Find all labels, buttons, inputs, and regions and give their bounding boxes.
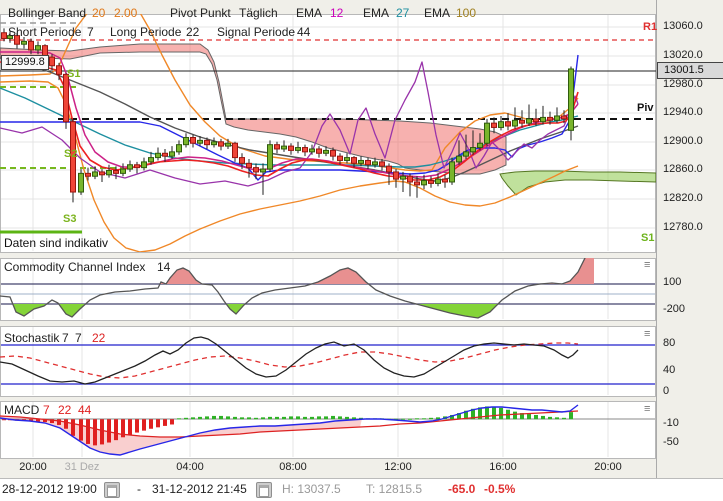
stochastic-tick: 40	[663, 364, 675, 377]
pivot-label-piv: Piv	[637, 102, 654, 115]
pivot-label-r1: R1	[643, 21, 657, 34]
price-tick: 12860.0	[663, 163, 703, 176]
macd-title[interactable]: 7	[43, 404, 50, 418]
pivot-timeframe[interactable]: Täglich	[239, 7, 278, 21]
macd-tick: -50	[663, 436, 679, 449]
stochastic-tick: 0	[663, 385, 669, 398]
date-from-field[interactable]: 28-12-2012 19:00	[2, 483, 97, 497]
indicative-data-note: Daten sind indikativ	[4, 236, 108, 250]
price-tick: 13060.0	[663, 20, 703, 33]
ema27-period[interactable]: 27	[396, 7, 409, 21]
panel-menu-grip-icon[interactable]: ≡	[644, 328, 649, 341]
price-tick: 12900.0	[663, 135, 703, 148]
ema100-period[interactable]: 100	[456, 7, 476, 21]
time-tick: 31 Dez	[65, 461, 100, 474]
stochastic-title[interactable]: 7	[75, 332, 82, 346]
time-tick: 04:00	[176, 461, 204, 474]
indicator-ema12-label[interactable]: EMA	[296, 7, 322, 21]
time-tick: 12:00	[384, 461, 412, 474]
support-label-s3: S3	[63, 213, 76, 226]
date-to-calendar-button[interactable]	[256, 482, 272, 498]
stochastic-title[interactable]: Stochastik	[4, 332, 59, 346]
stochastic-tick: 80	[663, 337, 675, 350]
last-price-box: 13001.5	[657, 62, 723, 79]
support-label-s1: S1	[67, 68, 80, 81]
time-tick: 16:00	[489, 461, 517, 474]
long-period-value[interactable]: 22	[186, 26, 199, 40]
indicator-pivot-label[interactable]: Pivot Punkt	[170, 7, 231, 21]
calendar-icon	[259, 485, 269, 497]
short-period-value[interactable]: 7	[87, 26, 94, 40]
bollinger-deviation[interactable]: 2.00	[114, 7, 137, 21]
panel-menu-grip-icon[interactable]: ≡	[644, 403, 649, 416]
bollinger-period[interactable]: 20	[92, 7, 105, 21]
macd-title[interactable]: MACD	[4, 404, 39, 418]
panel-menu-grip-icon[interactable]: ≡	[644, 259, 649, 272]
session-high-value: H: 13037.5	[282, 483, 341, 497]
chart-labels-layer: Bollinger Band 20 2.00 Pivot Punkt Täglich EM…	[0, 0, 723, 501]
cci-tick: 100	[663, 276, 681, 289]
time-tick: 08:00	[279, 461, 307, 474]
trading-chart-window: Bollinger Band 20 2.00 Pivot Punkt Täglich EM…	[0, 0, 723, 501]
time-tick: 20:00	[594, 461, 622, 474]
short-period-label[interactable]: Short Periode	[8, 26, 81, 40]
price-tick: 12940.0	[663, 106, 703, 119]
signal-period-label[interactable]: Signal Periode	[217, 26, 295, 40]
status-bar: 28-12-2012 19:00 -31-12-2012 21:45 H: 1303…	[0, 478, 723, 501]
change-percent-value: -0.5%	[484, 483, 515, 497]
date-range-separator: -	[137, 483, 141, 497]
indicator-bollinger-label[interactable]: Bollinger Band	[8, 7, 86, 21]
calendar-icon	[107, 485, 117, 497]
change-absolute-value: -65.0	[448, 483, 475, 497]
long-period-label[interactable]: Long Periode	[110, 26, 181, 40]
pivot-label-s1: S1	[641, 232, 654, 245]
date-from-calendar-button[interactable]	[104, 482, 120, 498]
cci-tick: -200	[663, 303, 685, 316]
macd-tick: -10	[663, 417, 679, 430]
cci-title[interactable]: 14	[157, 261, 170, 275]
session-low-value: T: 12815.5	[366, 483, 422, 497]
price-tick: 12780.0	[663, 221, 703, 234]
ema12-period[interactable]: 12	[330, 7, 343, 21]
stochastic-title[interactable]: 22	[92, 332, 105, 346]
price-tick: 12820.0	[663, 192, 703, 205]
macd-title[interactable]: 44	[78, 404, 91, 418]
macd-title[interactable]: 22	[58, 404, 71, 418]
date-to-field[interactable]: 31-12-2012 21:45	[152, 483, 247, 497]
signal-period-value[interactable]: 44	[297, 26, 310, 40]
stochastic-title[interactable]: 7	[62, 332, 69, 346]
indicator-ema100-label[interactable]: EMA	[424, 7, 450, 21]
price-tick: 12980.0	[663, 78, 703, 91]
indicator-ema27-label[interactable]: EMA	[363, 7, 389, 21]
price-tick: 13020.0	[663, 49, 703, 62]
support-label-s2: S2	[64, 148, 77, 161]
time-tick: 20:00	[19, 461, 47, 474]
cci-title[interactable]: Commodity Channel Index	[4, 261, 145, 275]
left-price-label: 12999.8	[1, 55, 49, 70]
